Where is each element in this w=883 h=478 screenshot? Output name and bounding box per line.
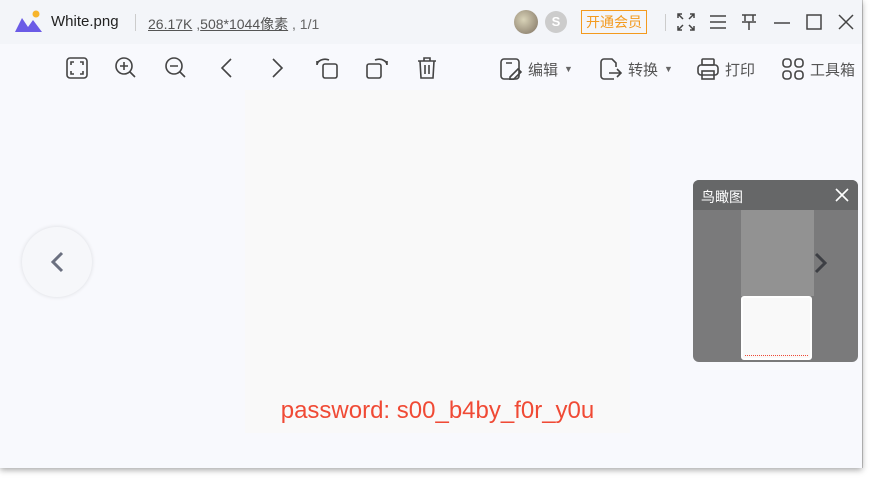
birdseye-thumbnail [741,296,812,360]
image-viewer-window: White.png 26.17K ,508*1044像素 , 1/1 S 开通会… [0,0,862,468]
convert-icon [600,58,622,80]
app-logo-icon [15,10,42,32]
image-canvas[interactable]: password: s00_b4by_f0r_y0u [245,90,630,433]
divider [135,14,136,31]
minimize-icon[interactable] [770,10,794,34]
page-indicator: 1/1 [299,16,320,32]
pin-icon[interactable] [737,10,761,34]
toolbox-label: 工具箱 [810,61,856,79]
title-bar: White.png 26.17K ,508*1044像素 , 1/1 S 开通会… [0,0,862,44]
maximize-icon[interactable] [802,10,826,34]
toolbox-button[interactable]: 工具箱 [782,58,855,80]
caret-down-icon: ▼ [564,64,573,74]
fit-screen-icon[interactable] [64,55,90,81]
rotate-right-icon[interactable] [364,55,390,81]
password-text: password: s00_b4by_f0r_y0u [280,397,595,424]
image-dimensions[interactable]: 508*1044像素 [200,16,288,32]
file-name: White.png [51,13,119,30]
zoom-in-icon[interactable] [113,55,139,81]
background-window [862,0,883,478]
vip-button[interactable]: 开通会员 [581,10,647,34]
divider [665,14,666,31]
birdseye-viewport[interactable] [741,210,814,296]
chevron-left-icon [50,251,64,273]
edit-menu[interactable]: 编辑 ▼ [500,58,573,80]
rotate-left-icon[interactable] [314,55,340,81]
close-icon[interactable] [834,10,858,34]
background-window-bottom [0,468,883,478]
birdseye-panel: 鸟瞰图 [693,180,858,362]
file-meta: 26.17K ,508*1044像素 , 1/1 [148,16,320,32]
user-avatar[interactable] [514,10,538,34]
convert-menu[interactable]: 转换 ▼ [600,58,673,80]
print-label: 打印 [725,61,756,79]
file-size[interactable]: 26.17K [148,16,192,32]
close-icon[interactable] [834,187,850,208]
print-button[interactable]: 打印 [697,58,755,80]
caret-down-icon: ▼ [664,64,673,74]
edit-icon [500,58,522,80]
previous-image-button[interactable] [22,227,92,297]
print-icon [697,58,719,80]
thumbnail-text [745,355,808,357]
zoom-out-icon[interactable] [163,55,189,81]
next-icon[interactable] [264,55,290,81]
chevron-right-icon[interactable] [813,252,829,274]
previous-icon[interactable] [214,55,240,81]
delete-icon[interactable] [414,55,440,81]
coin-icon[interactable]: S [545,11,567,33]
menu-icon[interactable] [706,10,730,34]
fullscreen-icon[interactable] [674,10,698,34]
convert-label: 转换 [628,61,659,79]
toolbox-icon [782,58,804,80]
edit-label: 编辑 [528,61,559,79]
